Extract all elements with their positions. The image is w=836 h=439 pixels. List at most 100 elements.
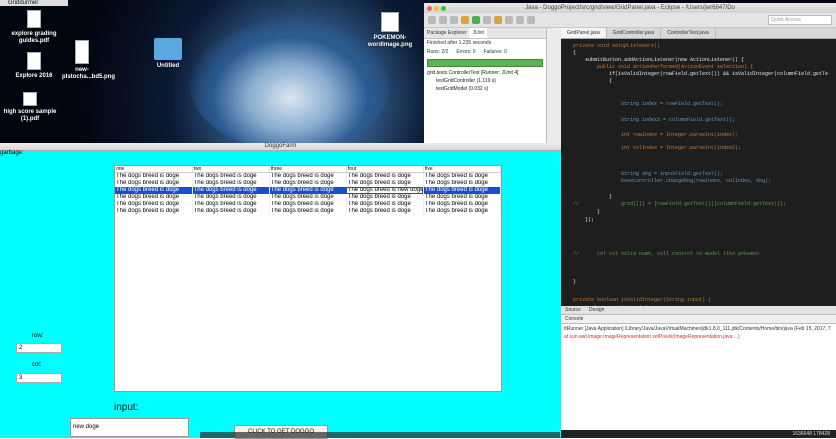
desktop-icon-explore-2016[interactable]: Explore 2016 [4,52,64,80]
table-row[interactable]: The dogs breed is doge The dogs breed is … [115,194,502,201]
desktop-icon-png[interactable]: new-plstocha...bd5.png [62,40,115,81]
junit-progress-bar [427,59,543,67]
quick-access-input[interactable]: Quick Access [768,15,832,25]
table-cell[interactable]: The dogs breed is doge [269,208,347,215]
code-line: { [573,50,577,56]
maximize-icon[interactable] [441,6,446,11]
code-line: // col col valid numb, call control to m… [573,251,760,257]
print-icon[interactable] [450,16,458,24]
tab-junit[interactable]: JUnit [469,28,487,38]
new-icon[interactable] [428,16,436,24]
desktop-icon-untitled-folder[interactable]: Untitled [148,38,188,70]
table-cell[interactable]: The dogs breed is doge [423,172,502,180]
table-row[interactable]: The dogs breed is doge The dogs breed is … [115,187,502,194]
table-row[interactable]: The dogs breed is doge The dogs breed is … [115,208,502,215]
code-line: String dog = inputField.getText(); [573,171,724,177]
table-cell[interactable]: The dogs breed is doge [115,187,193,194]
status-bar-text: 1636648 178428 [792,431,830,437]
eclipse-title: Java - DoggoProject/src/grid/view/GridPa… [525,5,735,11]
desktop-icon-pokemon-png[interactable]: POKEMON-wordImage.png [362,12,418,49]
desktop-icon-label: high score sample (1).pdf [3,109,57,122]
tab-gridpanel[interactable]: GridPanel.java [561,28,607,38]
close-icon[interactable] [427,6,432,11]
col-label: col: [32,362,42,368]
table-cell[interactable]: The dogs breed is doge [192,201,270,208]
tab-controllertest[interactable]: ControllerTest.java [661,28,716,38]
eclipse-toolbar: Quick Access [424,13,836,28]
menubar-app-name: Griddurmer [0,0,68,6]
col-field[interactable]: 3 [16,373,62,383]
image-icon [381,12,399,32]
code-editor[interactable]: GridPanel.java GridController.java Contr… [561,28,836,313]
junit-counters: Runs: 2/2 Errors: 0 Failures: 0 [424,47,546,57]
table-cell[interactable]: The dogs breed is doge [346,208,424,215]
table-cell[interactable]: The dogs breed is doge [346,201,424,208]
junit-tree-test[interactable]: testGridController (1.119 s) [424,77,546,85]
run-icon[interactable] [472,16,480,24]
lower-pane: Source Design Console ttRunner [Java App… [561,306,836,438]
editor-tabs: GridPanel.java GridController.java Contr… [561,28,836,39]
tab-package-explorer[interactable]: Package Explorer [424,28,469,38]
back-icon[interactable] [516,16,524,24]
desktop-icon-explore-pdf[interactable]: explore grading guides.pdf [4,10,64,45]
table-row[interactable]: The dogs breed is doge The dogs breed is … [115,180,502,187]
pdf-icon [27,10,41,28]
external-tools-icon[interactable] [483,16,491,24]
table-cell[interactable]: The dogs breed is doge [269,180,347,187]
tab-console[interactable]: Console [561,315,587,323]
row-field[interactable]: 2 [16,343,62,353]
window-controls [427,5,448,15]
table-cell[interactable]: The dogs breed is doge [115,172,193,180]
table-cell[interactable]: The dogs breed is doge [269,187,347,194]
code-line: submitButton.addActionListener(new Actio… [573,57,745,63]
tab-source[interactable]: Source [561,306,585,314]
code-line: public void actionPerformed(ActionEvent … [573,64,754,70]
table-cell[interactable]: The dogs breed is doge [423,194,502,201]
table-cell[interactable]: The dogs breed is doge [115,208,193,215]
table-cell[interactable]: The dogs breed is doge [423,180,502,187]
table-cell[interactable]: The dogs breed is doge [192,208,270,215]
table-cell[interactable]: The dogs breed is new doge [346,187,424,194]
table-row[interactable]: The dogs breed is doge The dogs breed is … [115,201,502,208]
doggofarm-window: DoggoFarm garbage: one two three four five T… [0,143,561,439]
tab-design[interactable]: Design [585,306,609,314]
code-line: } [573,279,577,285]
table-cell[interactable]: The dogs breed is doge [423,187,502,194]
minimize-icon[interactable] [434,6,439,11]
table-cell[interactable]: The dogs breed is doge [423,208,502,215]
table-cell[interactable]: The dogs breed is doge [115,201,193,208]
input-field[interactable]: new doge [70,418,189,437]
console-output: at sun.awt.image.ImageRepresentation.set… [564,334,740,340]
search-icon[interactable] [505,16,513,24]
table-cell[interactable]: The dogs breed is doge [269,172,347,180]
input-label: input: [114,402,139,413]
tab-gridcontroller[interactable]: GridController.java [607,28,662,38]
junit-tree-test[interactable]: testGridModel (0.032 s) [424,85,546,93]
new-package-icon[interactable] [494,16,502,24]
table-cell[interactable]: The dogs breed is doge [346,172,424,180]
code-line: } [573,209,601,215]
table-cell[interactable]: The dogs breed is doge [423,201,502,208]
table-cell[interactable]: The dogs breed is doge [192,172,270,180]
table-cell[interactable]: The dogs breed is doge [115,180,193,187]
save-icon[interactable] [439,16,447,24]
table-cell[interactable]: The dogs breed is doge [192,187,270,194]
grid[interactable]: one two three four five The dogs breed is do… [115,166,502,215]
desktop-icon-highscore-pdf[interactable]: high score sample (1).pdf [2,92,58,123]
table-cell[interactable]: The dogs breed is doge [269,194,347,201]
junit-errors: Errors: 0 [456,49,476,55]
desktop-icon-label: explore grading guides.pdf [11,31,57,44]
table-cell[interactable]: The dogs breed is doge [192,180,270,187]
dog-grid-table[interactable]: one two three four five The dogs breed is do… [114,165,502,392]
forward-icon[interactable] [527,16,535,24]
table-cell[interactable]: The dogs breed is doge [269,201,347,208]
junit-tree-suite[interactable]: grid.tests.ControllerTest [Runner: JUnit… [424,69,546,77]
code-area[interactable]: private void setupListeners(){ submitBut… [561,39,836,313]
table-cell[interactable]: The dogs breed is doge [346,194,424,201]
table-row[interactable]: The dogs breed is doge The dogs breed is … [115,172,502,180]
table-cell[interactable]: The dogs breed is doge [115,194,193,201]
table-cell[interactable]: The dogs breed is doge [192,194,270,201]
code-line: } [573,194,613,200]
debug-icon[interactable] [461,16,469,24]
table-cell[interactable]: The dogs breed is doge [346,180,424,187]
